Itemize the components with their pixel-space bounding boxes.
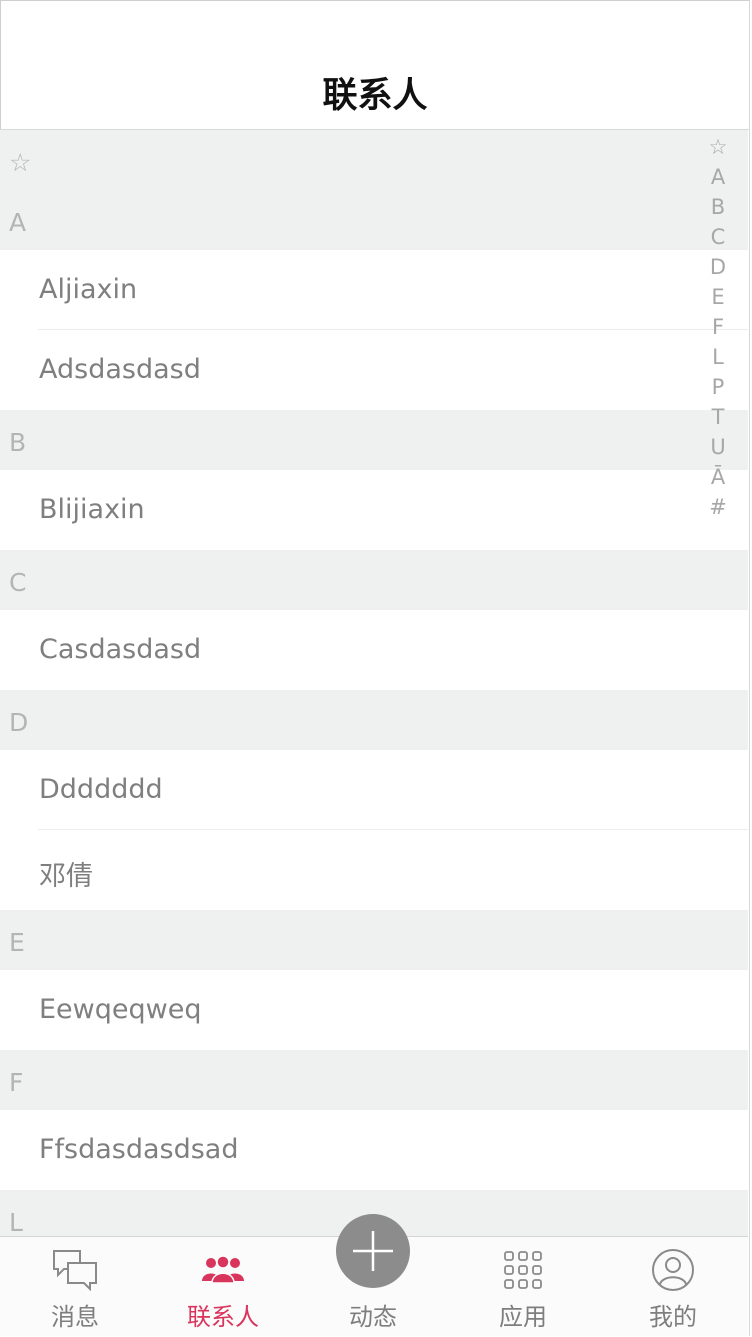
index-u[interactable]: U (710, 432, 725, 462)
tab-label: 消息 (51, 1303, 99, 1331)
index-a[interactable]: A (711, 162, 725, 192)
index-l[interactable]: L (712, 342, 724, 372)
index-star[interactable]: ☆ (709, 132, 728, 162)
contact-name: Ffsdasdasdsad (39, 1134, 239, 1165)
contact-row[interactable]: Blijiaxin (0, 470, 748, 550)
section-header-f: F (0, 1050, 748, 1110)
user-profile-icon (648, 1247, 698, 1293)
plus-icon (353, 1231, 393, 1271)
contact-list[interactable]: ☆ A Aljiaxin Adsdasdasd B Blijiaxin C Ca… (0, 130, 748, 1250)
contact-name: Eewqeqweq (39, 994, 202, 1025)
contact-name: Blijiaxin (39, 494, 145, 525)
section-letter: E (9, 928, 25, 957)
contact-row[interactable]: Ffsdasdasdsad (0, 1110, 748, 1190)
index-a-macron[interactable]: Ā (711, 462, 725, 492)
contact-row[interactable]: Aljiaxin (0, 250, 748, 330)
section-letter: ☆ (9, 148, 32, 177)
section-letter: B (9, 428, 27, 457)
contact-name: Casdasdasd (39, 634, 202, 665)
add-moment-button[interactable] (336, 1214, 410, 1288)
tab-label: 应用 (499, 1303, 547, 1331)
section-letter: F (9, 1068, 24, 1097)
index-hash[interactable]: # (709, 492, 727, 522)
contact-name: 邓倩 (39, 861, 93, 892)
contact-row[interactable]: Eewqeqweq (0, 970, 748, 1050)
index-c[interactable]: C (711, 222, 726, 252)
contact-name: Ddddddd (39, 774, 163, 805)
contact-row[interactable]: Ddddddd (0, 750, 748, 830)
section-letter: C (9, 568, 27, 597)
section-header-star: ☆ (0, 130, 748, 190)
tab-me[interactable]: 我的 (598, 1237, 748, 1337)
section-letter: D (9, 708, 29, 737)
contact-row[interactable]: Adsdasdasd (0, 330, 748, 410)
contact-name: Adsdasdasd (39, 354, 201, 385)
apps-grid-icon (498, 1247, 548, 1293)
section-header-b: B (0, 410, 748, 470)
tab-apps[interactable]: 应用 (448, 1237, 598, 1337)
contact-name: Aljiaxin (39, 274, 138, 305)
index-d[interactable]: D (710, 252, 726, 282)
section-letter: L (9, 1208, 23, 1237)
contact-row[interactable]: Casdasdasd (0, 610, 748, 690)
index-t[interactable]: T (712, 402, 725, 432)
contact-row[interactable]: 邓倩 (0, 830, 748, 910)
section-header-e: E (0, 910, 748, 970)
chat-bubbles-icon (50, 1247, 100, 1293)
nav-header: 联系人 (0, 0, 750, 130)
index-f[interactable]: F (712, 312, 724, 342)
index-e[interactable]: E (711, 282, 724, 312)
tab-label: 我的 (649, 1303, 697, 1331)
page-title: 联系人 (322, 76, 428, 116)
alphabet-index-bar[interactable]: ☆ A B C D E F L P T U Ā # (704, 132, 732, 522)
tab-messages[interactable]: 消息 (0, 1237, 150, 1337)
index-p[interactable]: P (712, 372, 725, 402)
tab-label: 动态 (349, 1303, 397, 1331)
contacts-icon (198, 1247, 248, 1293)
section-header-c: C (0, 550, 748, 610)
index-b[interactable]: B (711, 192, 725, 222)
tab-contacts[interactable]: 联系人 (148, 1237, 298, 1337)
section-header-d: D (0, 690, 748, 750)
section-letter: A (9, 208, 27, 237)
section-header-a: A (0, 190, 748, 250)
tab-label: 联系人 (187, 1303, 259, 1331)
